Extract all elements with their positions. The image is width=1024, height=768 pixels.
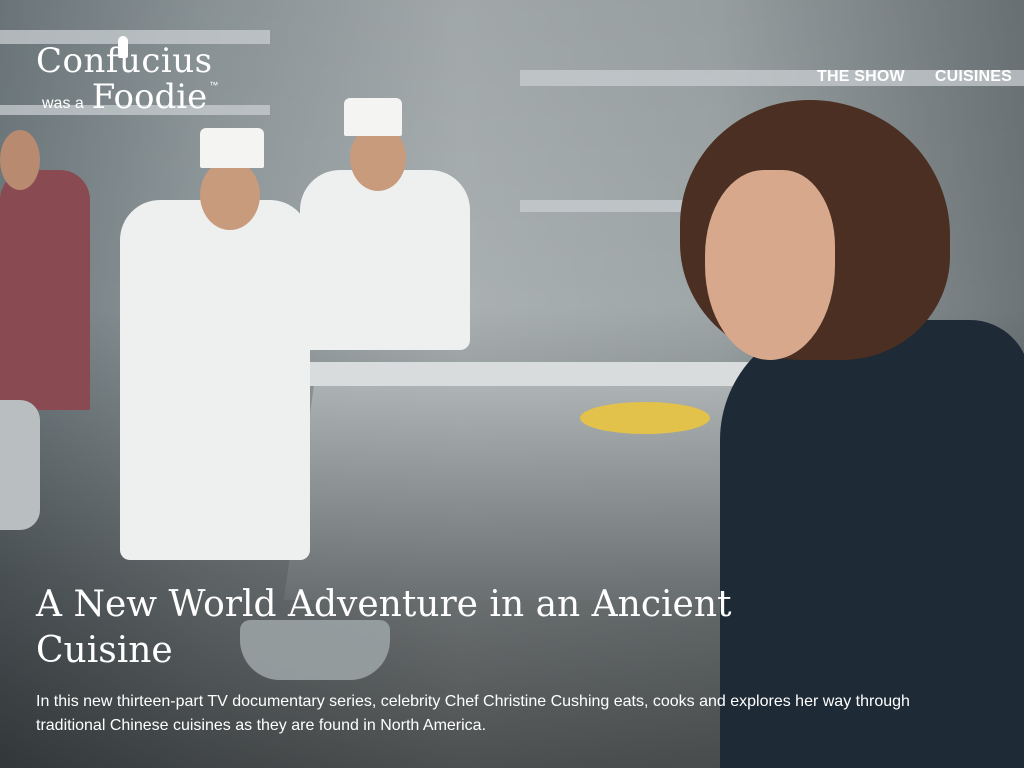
background-person bbox=[0, 170, 90, 410]
cook-head bbox=[200, 160, 260, 230]
nav-the-show[interactable]: THE SHOW bbox=[817, 68, 905, 86]
chef-hat bbox=[344, 98, 402, 136]
hero-description: In this new thirteen-part TV documentary… bbox=[36, 693, 910, 734]
chef-hat bbox=[200, 128, 264, 168]
logo-figure-icon bbox=[118, 36, 128, 58]
background-person-head bbox=[0, 130, 40, 190]
nav-cuisines[interactable]: CUISINES bbox=[935, 68, 1012, 86]
yellow-plate bbox=[580, 402, 710, 434]
chef-face bbox=[705, 170, 835, 360]
cook-figure bbox=[300, 170, 470, 350]
logo-trademark: ™ bbox=[209, 80, 219, 90]
cook-figure bbox=[120, 200, 310, 560]
logo-line2: was a Foodie ™ bbox=[36, 80, 218, 114]
kitchen-counter-top bbox=[288, 362, 812, 386]
hero-headline: A New World Adventure in an Ancient Cuis… bbox=[36, 584, 732, 671]
steel-pot bbox=[0, 400, 40, 530]
main-nav: THE SHOW CUISINES bbox=[817, 68, 1012, 86]
logo-was-a-text: was a bbox=[42, 95, 84, 112]
logo-foodie-text: Foodie bbox=[91, 77, 208, 117]
